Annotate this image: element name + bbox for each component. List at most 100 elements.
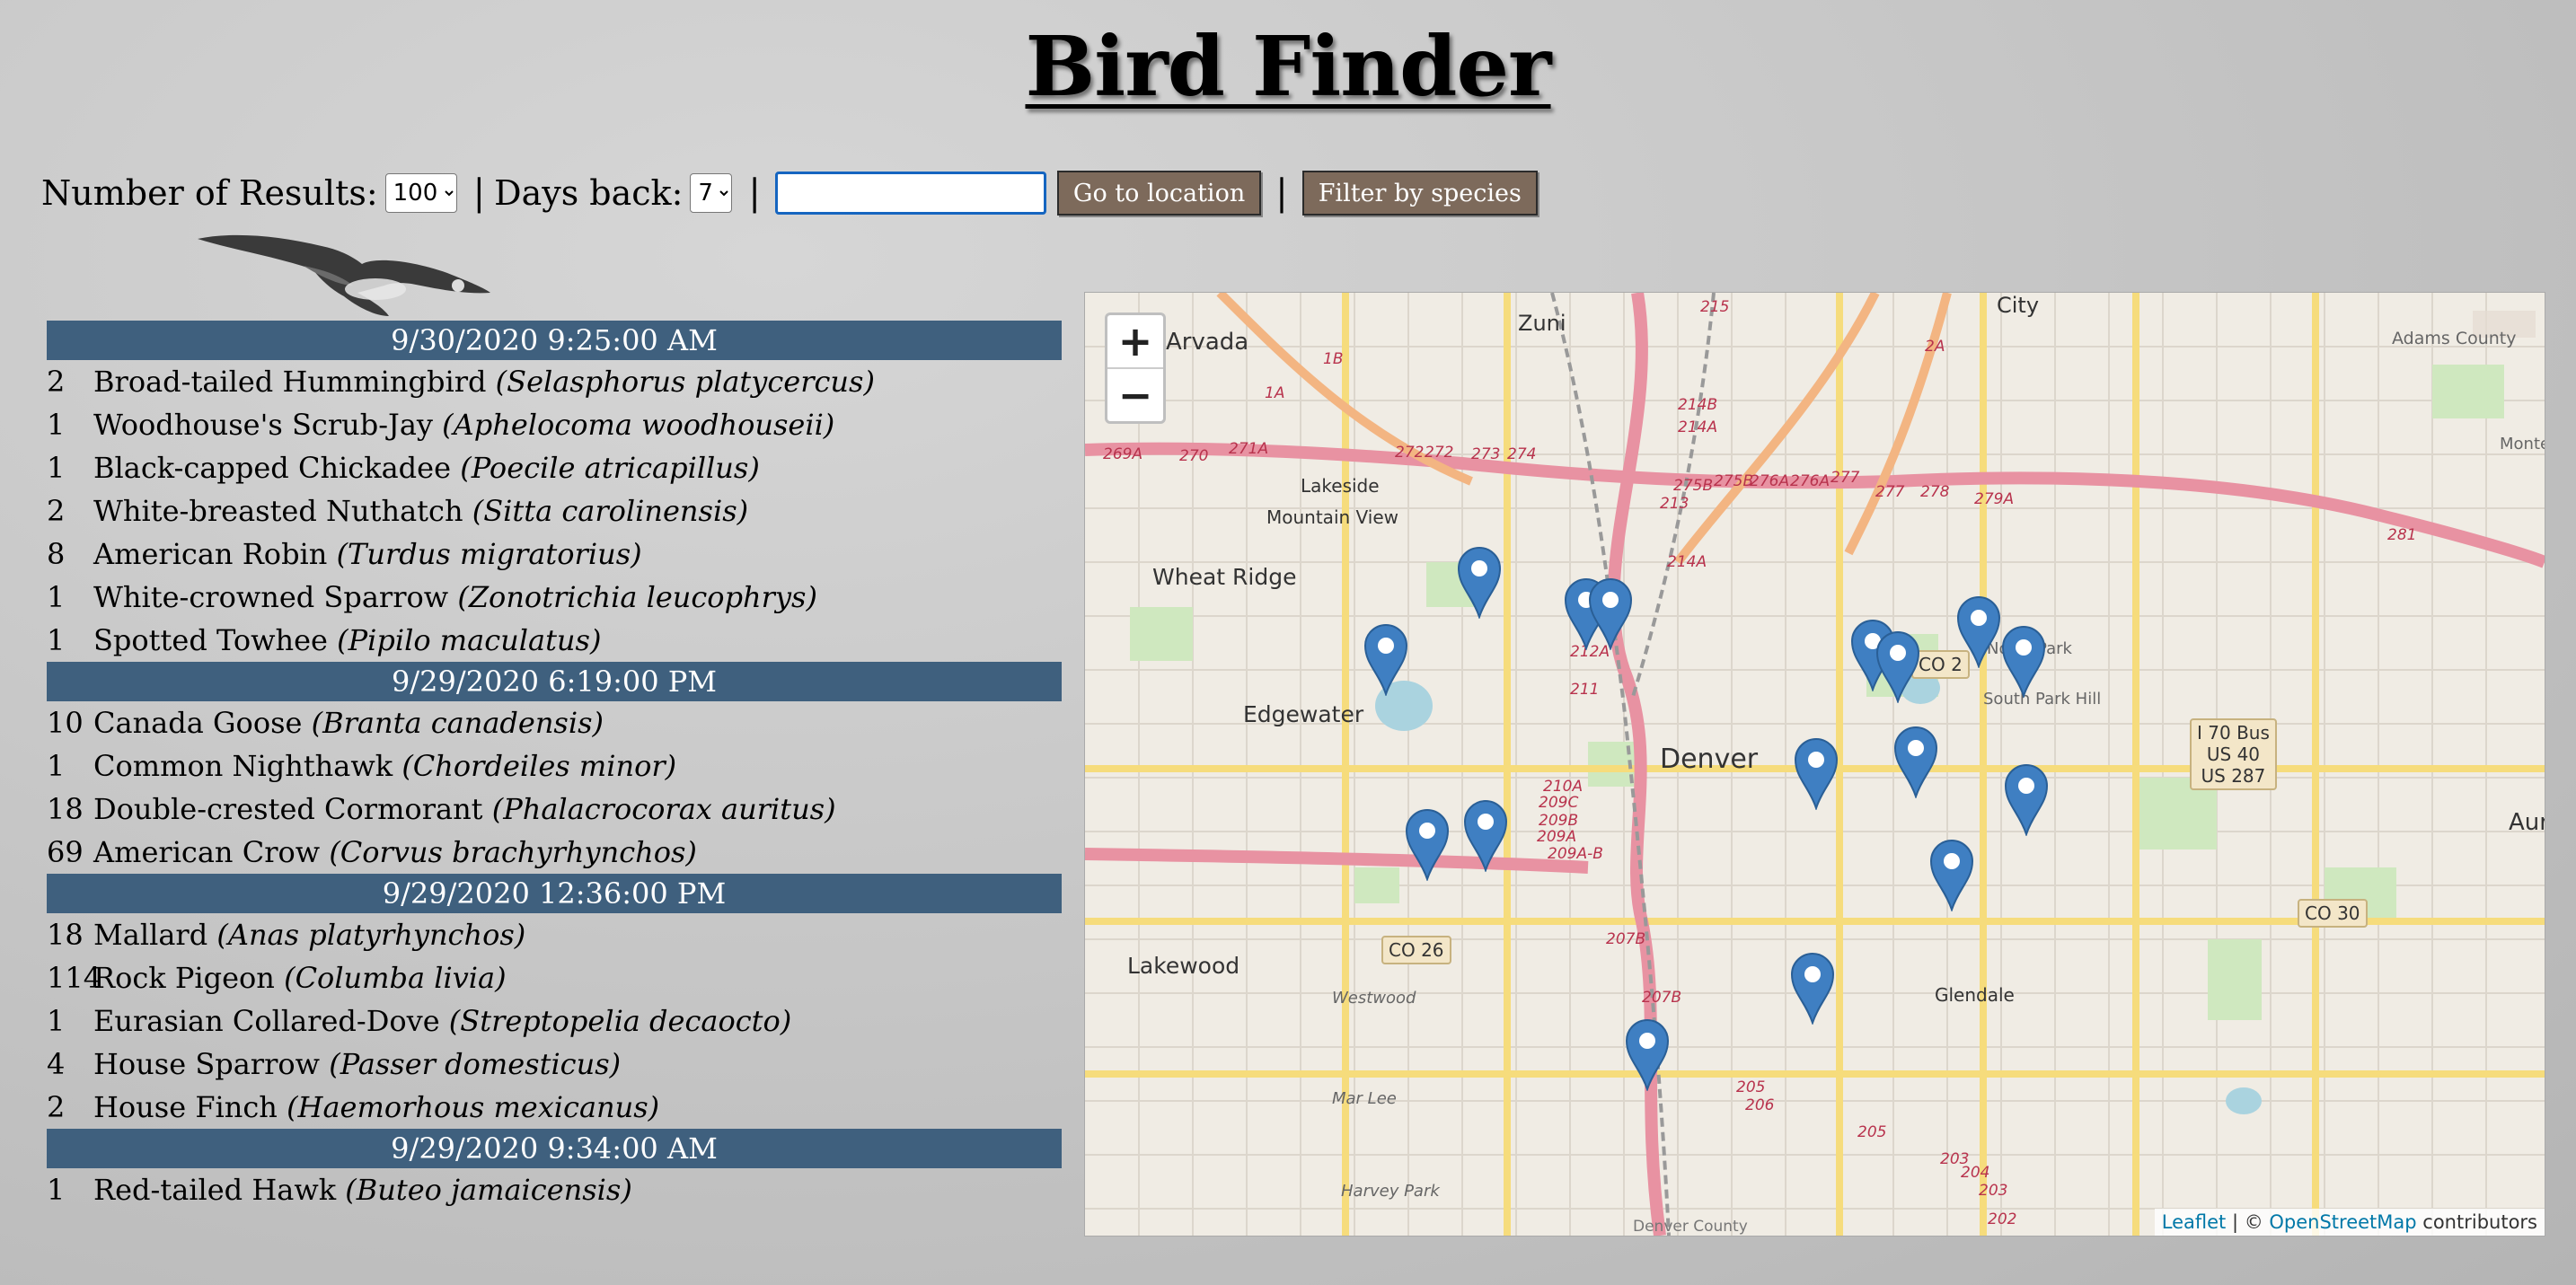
- map-marker[interactable]: [1893, 725, 1938, 798]
- map-label-denver: Denver: [1660, 744, 1759, 775]
- bird-scientific-name: (Branta canadensis): [311, 706, 604, 740]
- bird-scientific-name: (Buteo jamaicensis): [345, 1173, 632, 1207]
- bird-scientific-name: (Phalacrocorax auritus): [491, 792, 836, 826]
- map-marker[interactable]: [1790, 951, 1835, 1025]
- bird-row: 1 Common Nighthawk (Chordeiles minor): [47, 744, 1062, 788]
- map[interactable]: Arvada Zuni City Adams County Montebe La…: [1084, 292, 2545, 1237]
- bird-scientific-name: (Selasphorus platycercus): [495, 365, 875, 399]
- exit-number-label: 202: [1988, 1210, 2017, 1228]
- bird-row: 4 House Sparrow (Passer domesticus): [47, 1043, 1062, 1086]
- go-to-location-button[interactable]: Go to location: [1056, 171, 1262, 216]
- exit-number-label: 206: [1745, 1096, 1775, 1114]
- bird-scientific-name: (Turdus migratorius): [336, 537, 642, 571]
- bird-common-name: American Crow: [93, 835, 321, 869]
- bird-count: 1: [47, 749, 66, 783]
- bird-scientific-name: (Aphelocoma woodhouseii): [442, 408, 835, 442]
- bird-count: 69: [47, 835, 84, 869]
- map-marker[interactable]: [1875, 629, 1920, 703]
- bird-count: 4: [47, 1047, 66, 1081]
- map-marker[interactable]: [2004, 762, 2049, 836]
- bird-count: 1: [47, 580, 66, 614]
- days-select[interactable]: 7: [690, 173, 733, 213]
- openstreetmap-link[interactable]: OpenStreetMap: [2269, 1211, 2416, 1233]
- exit-number-label: 207B: [1606, 930, 1646, 948]
- bird-row: 18 Mallard (Anas platyrhynchos): [47, 913, 1062, 956]
- exit-number-label: 214B: [1678, 396, 1718, 414]
- bird-common-name: House Sparrow: [93, 1047, 321, 1081]
- exit-number-label: 1B: [1323, 350, 1344, 368]
- bird-common-name: Canada Goose: [93, 706, 303, 740]
- exit-number-label: 214A: [1678, 418, 1718, 436]
- map-label-aurora: Aurora: [2509, 809, 2545, 836]
- bird-common-name: Common Nighthawk: [93, 749, 393, 783]
- bird-common-name: Black-capped Chickadee: [93, 451, 452, 485]
- separator: |: [472, 172, 486, 214]
- bird-count: 8: [47, 537, 66, 571]
- map-label-city: City: [1997, 293, 2040, 318]
- zoom-out-button[interactable]: −: [1107, 367, 1163, 421]
- bird-count: 10: [47, 706, 84, 740]
- exit-number-label: 270: [1179, 447, 1209, 465]
- bird-common-name: Broad-tailed Hummingbird: [93, 365, 487, 399]
- map-label-edgewater: Edgewater: [1243, 701, 1364, 727]
- results-select[interactable]: 100: [384, 173, 457, 213]
- bird-row: 1 Eurasian Collared-Dove (Streptopelia de…: [47, 999, 1062, 1043]
- bird-common-name: Woodhouse's Scrub-Jay: [93, 408, 433, 442]
- exit-number-label: 1A: [1265, 384, 1285, 402]
- map-marker[interactable]: [1457, 545, 1502, 619]
- bird-count: 1: [47, 1004, 66, 1038]
- filter-by-species-button[interactable]: Filter by species: [1301, 171, 1538, 216]
- days-label: Days back:: [494, 173, 684, 213]
- map-marker[interactable]: [1956, 594, 2001, 668]
- date-header: 9/29/2020 9:34:00 AM: [47, 1129, 1062, 1168]
- highway-shield-line: I 70 Bus: [2197, 722, 2270, 744]
- bird-count: 1: [47, 451, 66, 485]
- map-marker[interactable]: [1588, 576, 1633, 650]
- exit-number-label: 277: [1831, 469, 1860, 487]
- exit-number-label: 209A-B: [1548, 845, 1603, 863]
- map-label-westwood: Westwood: [1332, 989, 1416, 1008]
- bird-common-name: Double-crested Cormorant: [93, 792, 483, 826]
- map-marker[interactable]: [2001, 624, 2046, 698]
- exit-number-label: 279A: [1974, 490, 2015, 508]
- exit-number-label: 275B: [1714, 472, 1754, 490]
- separator: |: [748, 172, 761, 214]
- map-label-zuni: Zuni: [1518, 311, 1566, 336]
- map-marker[interactable]: [1405, 807, 1450, 881]
- map-marker[interactable]: [1625, 1017, 1670, 1091]
- exit-number-label: 205: [1736, 1078, 1766, 1096]
- exit-number-label: 269A: [1103, 445, 1143, 463]
- map-label-lakewood: Lakewood: [1127, 953, 1240, 979]
- zoom-in-button[interactable]: +: [1107, 315, 1163, 367]
- exit-number-label: 215: [1700, 298, 1730, 316]
- bird-scientific-name: (Sitta carolinensis): [472, 494, 749, 528]
- attribution-contributors: contributors: [2416, 1211, 2537, 1233]
- bird-row: 2 Broad-tailed Hummingbird (Selasphorus p…: [47, 360, 1062, 403]
- bird-common-name: Mallard: [93, 918, 208, 952]
- bird-scientific-name: (Pipilo maculatus): [337, 623, 602, 657]
- exit-number-label: 276A: [1790, 472, 1831, 490]
- exit-number-label: 214A: [1667, 553, 1707, 571]
- bird-scientific-name: (Chordeiles minor): [401, 749, 677, 783]
- map-marker[interactable]: [1929, 838, 1974, 911]
- map-marker[interactable]: [1363, 622, 1408, 696]
- exit-number-label: 211: [1570, 681, 1600, 699]
- bird-row: 1 Woodhouse's Scrub-Jay (Aphelocoma woodh…: [47, 403, 1062, 446]
- map-label-glendale: Glendale: [1935, 984, 2015, 1006]
- bird-common-name: Spotted Towhee: [93, 623, 328, 657]
- map-marker[interactable]: [1463, 798, 1508, 872]
- leaflet-link[interactable]: Leaflet: [2162, 1211, 2227, 1233]
- map-attribution: Leaflet | © OpenStreetMap contributors: [2154, 1209, 2545, 1236]
- bird-row: 8 American Robin (Turdus migratorius): [47, 532, 1062, 576]
- exit-number-label: 273: [1471, 445, 1501, 463]
- location-input[interactable]: [774, 172, 1046, 215]
- bird-count: 18: [47, 792, 84, 826]
- map-marker[interactable]: [1794, 736, 1839, 810]
- page-title: Bird Finder: [1025, 18, 1551, 115]
